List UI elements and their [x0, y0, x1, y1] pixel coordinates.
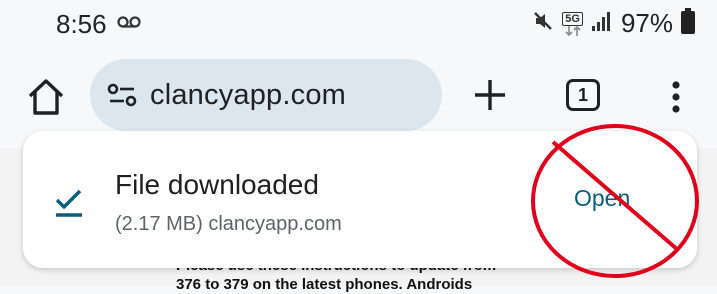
- home-icon: [28, 79, 64, 115]
- home-button[interactable]: [24, 75, 68, 119]
- url-text[interactable]: clancyapp.com: [150, 79, 346, 112]
- tab-switcher-button[interactable]: 1: [566, 79, 600, 111]
- clock: 8:56: [56, 9, 107, 39]
- browser-toolbar: clancyapp.com 1: [0, 55, 717, 135]
- mute-icon: [532, 10, 554, 37]
- network-5g-icon: 5G: [562, 11, 583, 36]
- download-subtitle: (2.17 MB) clancyapp.com: [115, 213, 342, 235]
- download-title: File downloaded: [115, 169, 319, 200]
- download-done-icon: [55, 189, 82, 217]
- status-bar: 8:56 5G 97%: [0, 0, 717, 52]
- signal-icon: [591, 10, 613, 37]
- new-tab-button[interactable]: [470, 75, 510, 115]
- open-button[interactable]: Open: [574, 185, 630, 212]
- download-message-card: File downloaded (2.17 MB) clancyapp.com …: [23, 131, 697, 268]
- menu-button[interactable]: [664, 77, 688, 117]
- plus-icon: [475, 80, 505, 110]
- battery-percent: 97%: [620, 8, 673, 38]
- more-vert-icon: [672, 81, 680, 113]
- voicemail-icon: [117, 15, 141, 34]
- tab-count: 1: [577, 84, 588, 105]
- battery-icon: [681, 8, 695, 39]
- site-settings-icon[interactable]: [106, 79, 138, 111]
- status-icons: 5G 97%: [532, 8, 695, 39]
- address-bar[interactable]: clancyapp.com: [90, 59, 442, 131]
